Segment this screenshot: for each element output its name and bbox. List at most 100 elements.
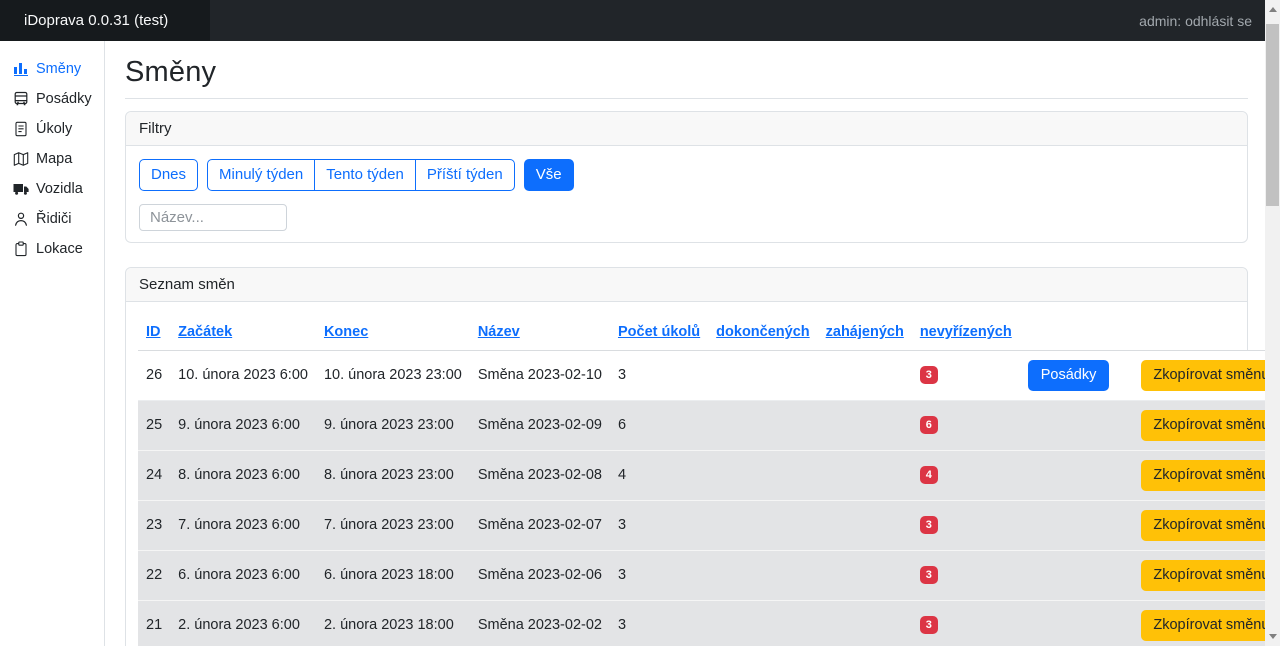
main-content: Směny Filtry Dnes Minulý týden Tento týd…: [105, 41, 1280, 646]
filter-this-week-button[interactable]: Tento týden: [314, 159, 416, 191]
copy-shift-button[interactable]: Zkopírovat směnu: [1141, 610, 1280, 641]
copy-shift-button[interactable]: Zkopírovat směnu: [1141, 460, 1280, 491]
cell-end: 9. února 2023 23:00: [316, 400, 470, 450]
cell-start: 2. února 2023 6:00: [170, 600, 316, 646]
cell-end: 10. února 2023 23:00: [316, 350, 470, 400]
cell-started: [818, 400, 912, 450]
copy-shift-button[interactable]: Zkopírovat směnu: [1141, 360, 1280, 391]
table-row: 24 8. února 2023 6:00 8. února 2023 23:0…: [138, 450, 1280, 500]
cell-start: 6. února 2023 6:00: [170, 550, 316, 600]
shifts-table-wrap: ID Začátek Konec Název Počet úkolů dokon…: [126, 302, 1247, 646]
table-row: 22 6. února 2023 6:00 6. února 2023 18:0…: [138, 550, 1280, 600]
sort-id-link[interactable]: ID: [146, 324, 161, 340]
cell-start: 7. února 2023 6:00: [170, 500, 316, 550]
app-brand-label: iDoprava 0.0.31 (test): [24, 12, 168, 29]
sidebar-item-label: Posádky: [36, 91, 92, 107]
table-row: 26 10. února 2023 6:00 10. února 2023 23…: [138, 350, 1280, 400]
cell-tasks: 3: [610, 550, 708, 600]
cell-end: 6. února 2023 18:00: [316, 550, 470, 600]
pending-badge: 3: [920, 616, 938, 634]
sort-started-link[interactable]: zahájených: [826, 324, 904, 340]
cell-name: Směna 2023-02-10: [470, 350, 610, 400]
cell-done: [708, 550, 817, 600]
filter-today-button[interactable]: Dnes: [139, 159, 198, 191]
filter-next-week-button[interactable]: Příští týden: [415, 159, 515, 191]
filters-card-header: Filtry: [126, 112, 1247, 146]
pending-badge: 4: [920, 466, 938, 484]
shifts-table: ID Začátek Konec Název Počet úkolů dokon…: [138, 316, 1280, 646]
pending-badge: 6: [920, 416, 938, 434]
sort-done-link[interactable]: dokončených: [716, 324, 809, 340]
sidebar: Směny Posádky Úkoly: [0, 41, 105, 646]
sort-pending-link[interactable]: nevyřízených: [920, 324, 1012, 340]
cell-started: [818, 600, 912, 646]
logout-link[interactable]: admin: odhlásit se: [1139, 13, 1280, 29]
truck-icon: [13, 181, 29, 197]
cell-started: [818, 550, 912, 600]
filters-card-body: Dnes Minulý týden Tento týden Příští týd…: [126, 146, 1247, 242]
cell-name: Směna 2023-02-02: [470, 600, 610, 646]
posadky-button[interactable]: Posádky: [1028, 360, 1110, 391]
sidebar-item-mapa[interactable]: Mapa: [0, 144, 104, 174]
shifts-card-header: Seznam směn: [126, 268, 1247, 302]
cell-id: 23: [138, 500, 170, 550]
person-icon: [13, 211, 29, 227]
sidebar-item-ridici[interactable]: Řidiči: [0, 204, 104, 234]
sort-task-count-link[interactable]: Počet úkolů: [618, 324, 700, 340]
table-header-row: ID Začátek Konec Název Počet úkolů dokon…: [138, 316, 1280, 351]
sidebar-item-vozidla[interactable]: Vozidla: [0, 174, 104, 204]
filter-week-button-group: Minulý týden Tento týden Příští týden: [207, 159, 515, 191]
cell-tasks: 4: [610, 450, 708, 500]
sidebar-item-label: Řidiči: [36, 211, 71, 227]
sort-start-link[interactable]: Začátek: [178, 324, 232, 340]
copy-shift-button[interactable]: Zkopírovat směnu: [1141, 560, 1280, 591]
pending-badge: 3: [920, 516, 938, 534]
cell-start: 9. února 2023 6:00: [170, 400, 316, 450]
filter-buttons-row: Dnes Minulý týden Tento týden Příští týd…: [139, 159, 1234, 191]
cell-end: 8. února 2023 23:00: [316, 450, 470, 500]
pending-badge: 3: [920, 366, 938, 384]
sidebar-item-smeny[interactable]: Směny: [0, 54, 104, 84]
copy-shift-button[interactable]: Zkopírovat směnu: [1141, 510, 1280, 541]
cell-id: 21: [138, 600, 170, 646]
sidebar-item-ukoly[interactable]: Úkoly: [0, 114, 104, 144]
cell-tasks: 3: [610, 600, 708, 646]
scroll-down-arrow-icon[interactable]: [1265, 629, 1280, 644]
app-brand[interactable]: iDoprava 0.0.31 (test): [0, 0, 210, 41]
clipboard-icon: [13, 241, 29, 257]
cell-end: 7. února 2023 23:00: [316, 500, 470, 550]
filters-card: Filtry Dnes Minulý týden Tento týden Pří…: [125, 111, 1248, 243]
sidebar-item-label: Lokace: [36, 241, 83, 257]
scrollbar-thumb[interactable]: [1266, 24, 1279, 206]
sidebar-item-lokace[interactable]: Lokace: [0, 234, 104, 264]
cell-started: [818, 500, 912, 550]
filter-all-button[interactable]: Vše: [524, 159, 574, 191]
cell-tasks: 3: [610, 500, 708, 550]
cell-start: 8. února 2023 6:00: [170, 450, 316, 500]
filter-last-week-button[interactable]: Minulý týden: [207, 159, 315, 191]
cell-done: [708, 500, 817, 550]
sidebar-item-label: Směny: [36, 61, 81, 77]
table-row: 25 9. února 2023 6:00 9. února 2023 23:0…: [138, 400, 1280, 450]
sidebar-item-label: Mapa: [36, 151, 72, 167]
file-text-icon: [13, 121, 29, 137]
bus-icon: [13, 91, 29, 107]
sidebar-item-label: Vozidla: [36, 181, 83, 197]
cell-id: 22: [138, 550, 170, 600]
table-row: 23 7. února 2023 6:00 7. února 2023 23:0…: [138, 500, 1280, 550]
sidebar-item-posadky[interactable]: Posádky: [0, 84, 104, 114]
copy-shift-button[interactable]: Zkopírovat směnu: [1141, 410, 1280, 441]
name-filter-input[interactable]: [139, 204, 287, 231]
scroll-up-arrow-icon[interactable]: [1265, 2, 1280, 17]
chart-bar-icon: [13, 61, 29, 77]
vertical-scrollbar[interactable]: [1265, 0, 1280, 646]
cell-start: 10. února 2023 6:00: [170, 350, 316, 400]
cell-tasks: 6: [610, 400, 708, 450]
cell-id: 25: [138, 400, 170, 450]
sort-name-link[interactable]: Název: [478, 324, 520, 340]
page-title: Směny: [125, 56, 1248, 89]
top-navbar: iDoprava 0.0.31 (test) admin: odhlásit s…: [0, 0, 1280, 41]
cell-done: [708, 400, 817, 450]
sort-end-link[interactable]: Konec: [324, 324, 368, 340]
cell-tasks: 3: [610, 350, 708, 400]
